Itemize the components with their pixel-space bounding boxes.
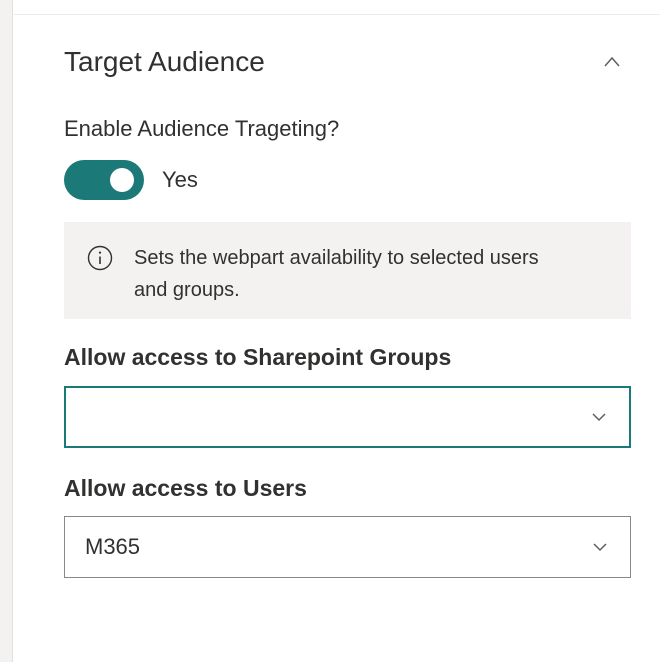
chevron-down-icon: [592, 413, 606, 422]
toggle-label: Enable Audience Trageting?: [64, 116, 340, 141]
pane-left-border: [0, 0, 13, 662]
chevron-up-icon: [604, 56, 620, 67]
toggle-state-text: Yes: [162, 167, 198, 192]
groups-dropdown[interactable]: [64, 386, 631, 448]
users-field-label: Allow access to Users: [64, 475, 307, 501]
audience-toggle-row: Yes: [64, 160, 198, 200]
groups-field-label: Allow access to Sharepoint Groups: [64, 344, 452, 370]
toggle-knob: [110, 168, 134, 192]
top-divider: [14, 14, 660, 15]
target-audience-header[interactable]: Target Audience: [64, 40, 630, 84]
collapse-button[interactable]: [594, 44, 630, 80]
chevron-down-icon: [593, 543, 607, 552]
users-dropdown-value: M365: [85, 534, 141, 559]
info-icon: [87, 245, 113, 271]
audience-targeting-toggle[interactable]: [64, 160, 144, 200]
info-message: Sets the webpart availability to selecte…: [64, 222, 631, 319]
property-pane: Target Audience Enable Audience Tragetin…: [0, 0, 660, 662]
section-title: Target Audience: [64, 46, 265, 77]
users-dropdown[interactable]: M365: [64, 516, 631, 578]
info-text: Sets the webpart availability to selecte…: [134, 247, 539, 301]
